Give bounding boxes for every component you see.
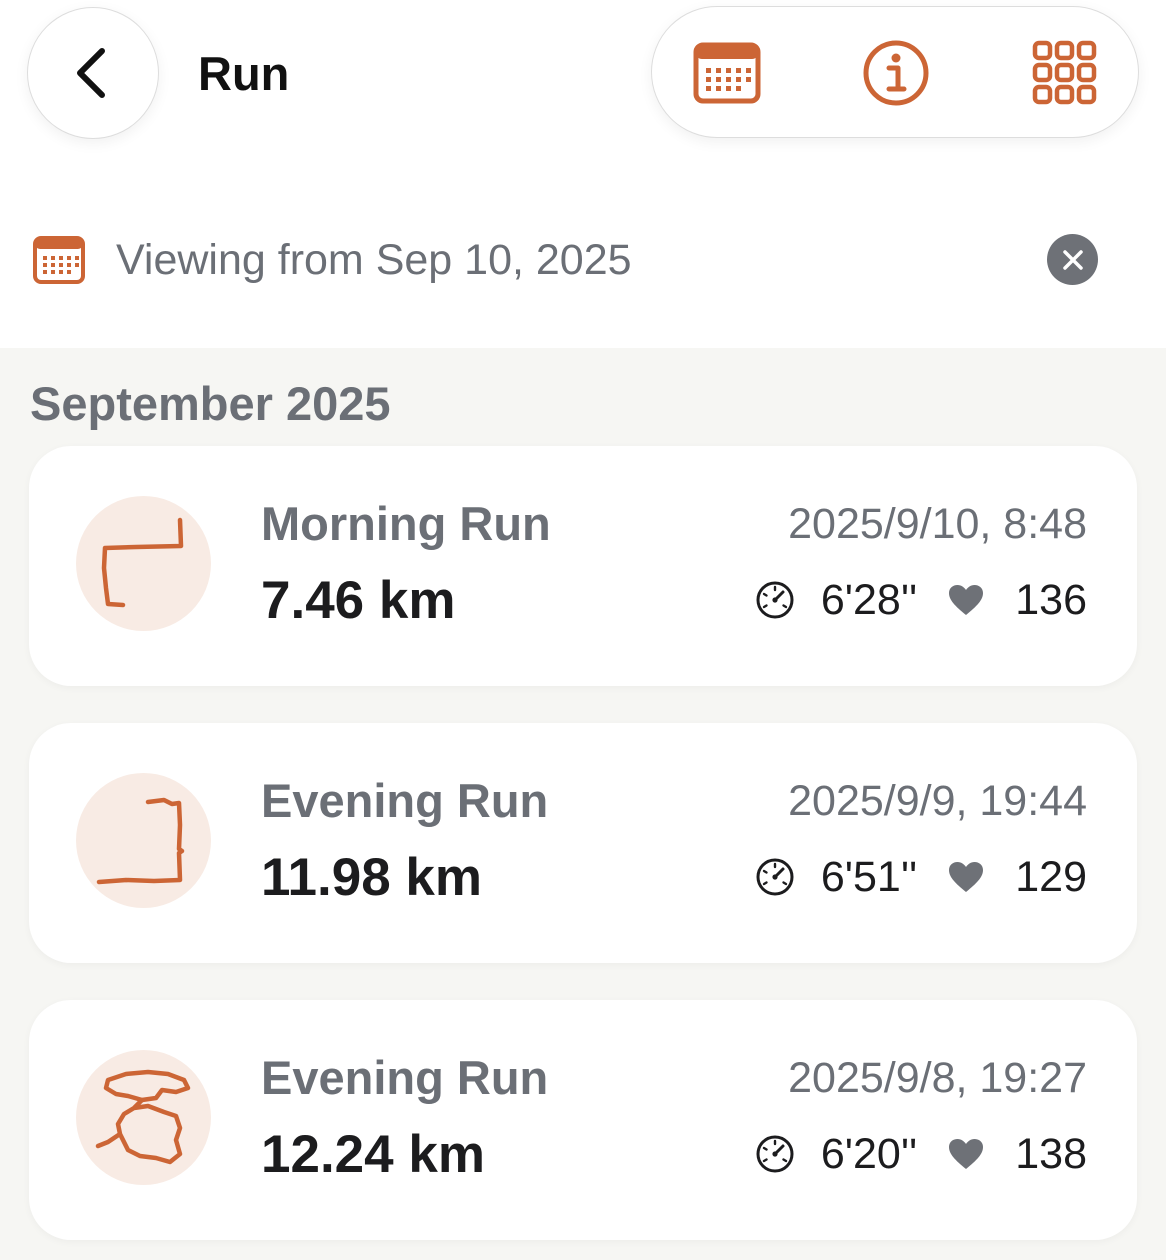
- activity-distance: 11.98 km: [261, 848, 483, 907]
- activity-card[interactable]: Evening Run 11.98 km 2025/9/9, 19:44 6'5…: [29, 723, 1137, 963]
- activity-pace: 6'28'': [820, 576, 918, 624]
- page-title: Run: [198, 47, 290, 100]
- clear-filter-button[interactable]: [1047, 234, 1098, 285]
- filter-label: Viewing from Sep 10, 2025: [116, 236, 632, 284]
- heart-icon: [949, 862, 984, 892]
- activity-stats: 6'51'' 129: [755, 851, 1087, 903]
- route-map-thumbnail: [76, 1050, 211, 1185]
- activity-list: September 2025 Morning Run 7.46 km 2025/…: [0, 348, 1166, 1260]
- activity-date: 2025/9/9, 19:44: [788, 777, 1087, 825]
- info-icon: [863, 40, 929, 106]
- activity-heart-rate: 138: [1015, 1130, 1087, 1178]
- calendar-icon: [693, 42, 761, 104]
- heart-icon: [949, 1139, 984, 1169]
- activity-name: Evening Run: [261, 774, 549, 827]
- speedometer-icon: [756, 858, 794, 896]
- month-header: September 2025: [30, 377, 391, 430]
- activity-stats: 6'28'' 136: [755, 574, 1087, 626]
- header: Run Viewing from Sep 10, 2025: [0, 0, 1166, 348]
- activity-heart-rate: 129: [1015, 853, 1087, 901]
- calendar-button[interactable]: [691, 37, 763, 109]
- activity-date: 2025/9/10, 8:48: [788, 500, 1087, 548]
- info-button[interactable]: [860, 37, 932, 109]
- grid-view-button[interactable]: [1029, 37, 1101, 109]
- back-button[interactable]: [27, 7, 159, 139]
- grid-icon: [1032, 40, 1097, 105]
- activity-stats: 6'20'' 138: [755, 1128, 1087, 1180]
- activity-name: Evening Run: [261, 1051, 549, 1104]
- activity-heart-rate: 136: [1015, 576, 1087, 624]
- chevron-left-icon: [77, 48, 105, 98]
- route-map-thumbnail: [76, 496, 211, 631]
- toolbar: [651, 6, 1139, 138]
- activity-distance: 7.46 km: [261, 571, 456, 630]
- speedometer-icon: [756, 1135, 794, 1173]
- activity-card[interactable]: Evening Run 12.24 km 2025/9/8, 19:27 6'2…: [29, 1000, 1137, 1240]
- close-icon: [1062, 249, 1083, 270]
- activity-distance: 12.24 km: [261, 1125, 485, 1184]
- activity-name: Morning Run: [261, 497, 551, 550]
- activity-pace: 6'51'': [820, 853, 918, 901]
- route-map-thumbnail: [76, 773, 211, 908]
- calendar-icon: [33, 236, 85, 284]
- activity-date: 2025/9/8, 19:27: [788, 1054, 1087, 1102]
- speedometer-icon: [756, 581, 794, 619]
- activity-card[interactable]: Morning Run 7.46 km 2025/9/10, 8:48 6'28…: [29, 446, 1137, 686]
- activity-pace: 6'20'': [820, 1130, 918, 1178]
- date-filter: Viewing from Sep 10, 2025: [0, 214, 1166, 306]
- heart-icon: [949, 585, 984, 615]
